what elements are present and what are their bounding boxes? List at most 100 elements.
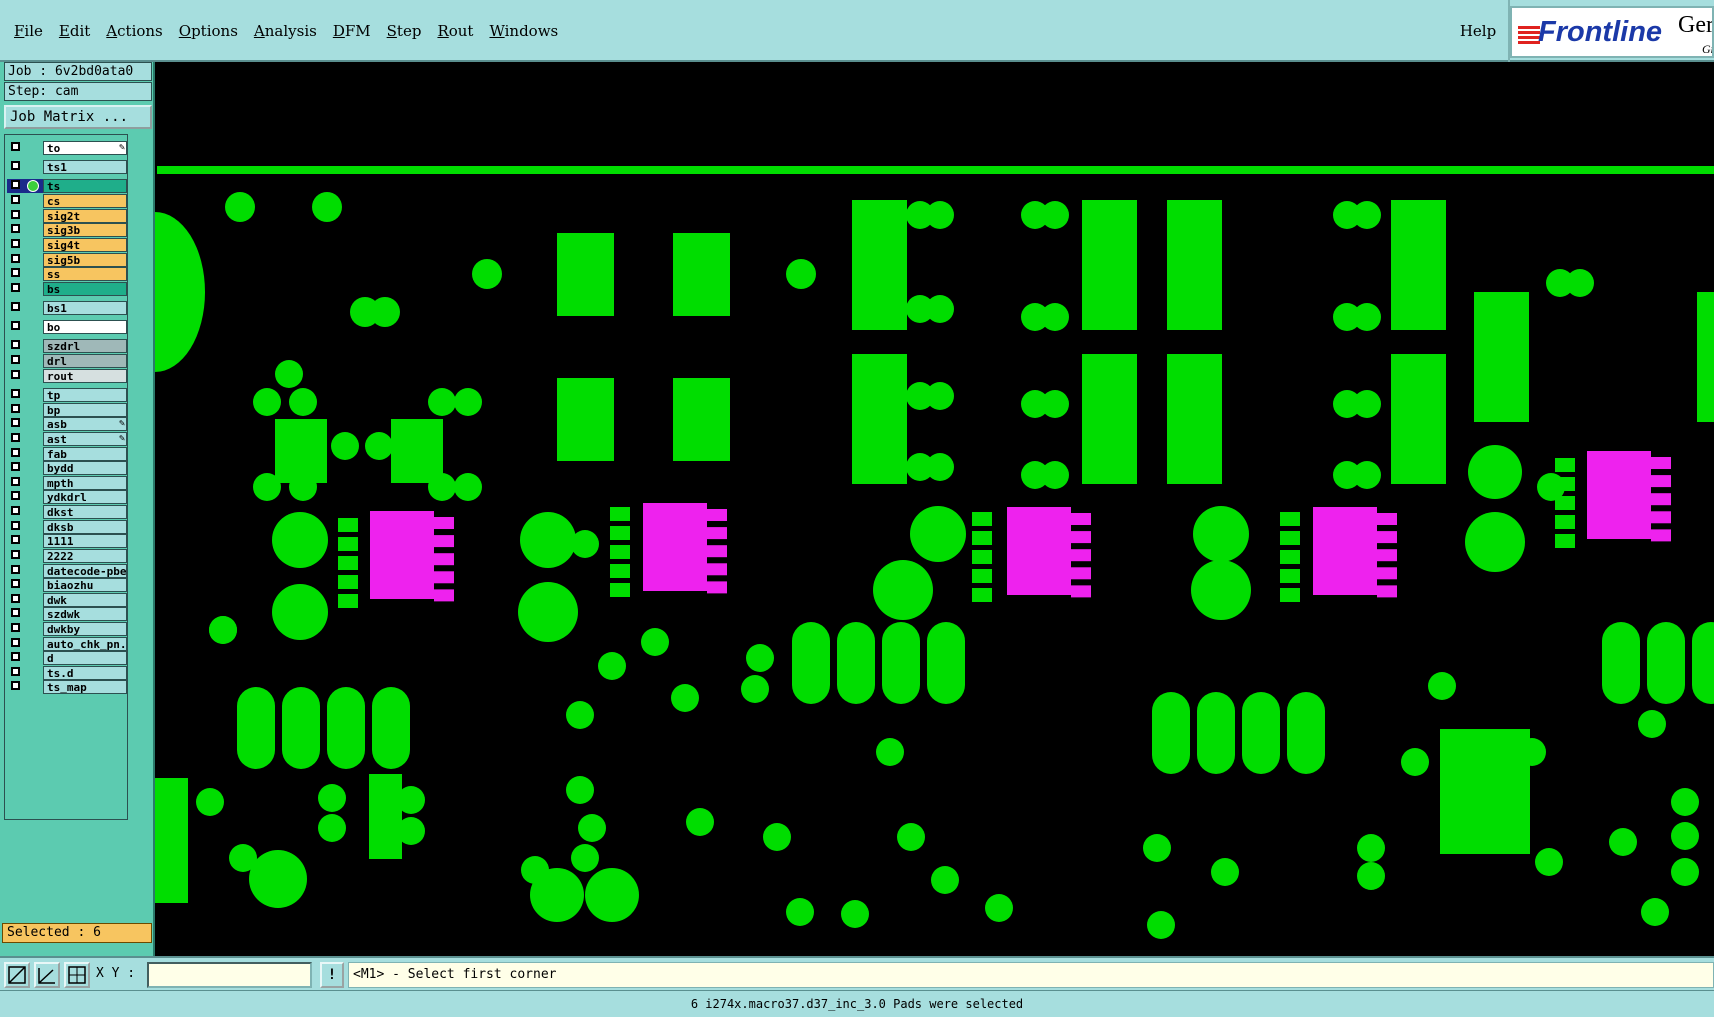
layer-checkbox[interactable] bbox=[11, 477, 20, 486]
layer-checkbox[interactable] bbox=[11, 535, 20, 544]
layer-checkbox[interactable] bbox=[11, 340, 20, 349]
menu-dfm[interactable]: DFM bbox=[325, 22, 379, 40]
layer-name[interactable]: bydd bbox=[43, 461, 127, 475]
select-rect-button[interactable] bbox=[4, 962, 30, 988]
layer-checkbox[interactable] bbox=[11, 550, 20, 559]
layer-name[interactable]: bo bbox=[43, 320, 127, 334]
layer-name[interactable]: sig2t bbox=[43, 209, 127, 223]
layer-row[interactable]: dksb bbox=[7, 520, 127, 534]
layer-checkbox[interactable] bbox=[11, 462, 20, 471]
layer-name[interactable]: szdrl bbox=[43, 339, 127, 353]
menu-step[interactable]: Step bbox=[379, 22, 430, 40]
menu-edit[interactable]: Edit bbox=[51, 22, 98, 40]
layer-name[interactable]: sig3b bbox=[43, 223, 127, 237]
layer-row[interactable]: sig3b bbox=[7, 223, 127, 237]
menu-analysis[interactable]: Analysis bbox=[246, 22, 325, 40]
layer-name[interactable]: fab bbox=[43, 447, 127, 461]
layer-name[interactable]: mpth bbox=[43, 476, 127, 490]
layer-checkbox[interactable] bbox=[11, 239, 20, 248]
layer-row[interactable]: d bbox=[7, 651, 127, 665]
layer-checkbox[interactable] bbox=[11, 210, 20, 219]
layer-name[interactable]: datecode-pbe bbox=[43, 564, 127, 578]
layer-checkbox[interactable] bbox=[11, 302, 20, 311]
layer-checkbox[interactable] bbox=[11, 608, 20, 617]
layer-row[interactable]: ast ✎ bbox=[7, 432, 127, 446]
layer-name[interactable]: ts bbox=[43, 179, 127, 193]
layer-name[interactable]: dwkby bbox=[43, 622, 127, 636]
layer-row[interactable]: sig4t bbox=[7, 238, 127, 252]
layer-name[interactable]: bs bbox=[43, 282, 127, 296]
layer-row[interactable]: sig5b bbox=[7, 253, 127, 267]
layer-name[interactable]: biaozhu bbox=[43, 578, 127, 592]
menu-file[interactable]: File bbox=[6, 22, 51, 40]
layer-name[interactable]: 2222 bbox=[43, 549, 127, 563]
layer-checkbox[interactable] bbox=[11, 224, 20, 233]
layer-name[interactable]: dksb bbox=[43, 520, 127, 534]
layer-checkbox[interactable] bbox=[11, 594, 20, 603]
layer-checkbox[interactable] bbox=[11, 667, 20, 676]
layer-checkbox[interactable] bbox=[11, 491, 20, 500]
layer-row[interactable]: auto_chk_pn. bbox=[7, 637, 127, 651]
layer-checkbox[interactable] bbox=[11, 623, 20, 632]
layer-row[interactable]: asb ✎ bbox=[7, 417, 127, 431]
layer-checkbox[interactable] bbox=[11, 355, 20, 364]
layer-name[interactable]: 1111 bbox=[43, 534, 127, 548]
grid-button[interactable] bbox=[64, 962, 90, 988]
layer-checkbox[interactable] bbox=[11, 283, 20, 292]
layer-row[interactable]: dwk bbox=[7, 593, 127, 607]
layer-checkbox[interactable] bbox=[11, 579, 20, 588]
layer-row[interactable]: rout bbox=[7, 369, 127, 383]
layer-row[interactable]: drl bbox=[7, 354, 127, 368]
layer-row[interactable]: dkst bbox=[7, 505, 127, 519]
layer-checkbox[interactable] bbox=[11, 506, 20, 515]
layer-name[interactable]: ss bbox=[43, 267, 127, 281]
xy-input[interactable] bbox=[147, 962, 312, 988]
layer-name[interactable]: drl bbox=[43, 354, 127, 368]
layer-checkbox[interactable] bbox=[11, 521, 20, 530]
layer-checkbox[interactable] bbox=[11, 638, 20, 647]
layer-name[interactable]: d bbox=[43, 651, 127, 665]
layer-name[interactable]: rout bbox=[43, 369, 127, 383]
layer-checkbox[interactable] bbox=[11, 565, 20, 574]
layer-row[interactable]: ts_map bbox=[7, 680, 127, 694]
layer-name[interactable]: tp bbox=[43, 388, 127, 402]
layer-row[interactable]: bs1 bbox=[7, 301, 127, 315]
layer-row[interactable]: ydkdrl bbox=[7, 490, 127, 504]
measure-button[interactable] bbox=[34, 962, 60, 988]
layer-row[interactable]: cs bbox=[7, 194, 127, 208]
menu-actions[interactable]: Actions bbox=[98, 22, 170, 40]
layer-checkbox[interactable] bbox=[11, 433, 20, 442]
layer-row[interactable]: to ✎ bbox=[7, 141, 127, 155]
layer-name[interactable]: to bbox=[43, 141, 127, 155]
layer-name[interactable]: auto_chk_pn. bbox=[43, 637, 127, 651]
layer-row[interactable]: 2222 bbox=[7, 549, 127, 563]
layer-checkbox[interactable] bbox=[11, 161, 20, 170]
layer-row[interactable]: bo bbox=[7, 320, 127, 334]
exclaim-button[interactable]: ! bbox=[320, 962, 344, 988]
layer-name[interactable]: ts.d bbox=[43, 666, 127, 680]
layer-name[interactable]: sig4t bbox=[43, 238, 127, 252]
menu-options[interactable]: Options bbox=[171, 22, 246, 40]
job-matrix-button[interactable]: Job Matrix ... bbox=[4, 105, 152, 129]
layer-row[interactable]: biaozhu bbox=[7, 578, 127, 592]
layer-checkbox[interactable] bbox=[11, 448, 20, 457]
layer-checkbox[interactable] bbox=[11, 404, 20, 413]
menu-rout[interactable]: Rout bbox=[429, 22, 481, 40]
layer-name[interactable]: sig5b bbox=[43, 253, 127, 267]
pcb-view[interactable] bbox=[155, 62, 1714, 956]
menu-help[interactable]: Help bbox=[1448, 0, 1510, 62]
layer-row[interactable]: datecode-pbe bbox=[7, 564, 127, 578]
layer-checkbox[interactable] bbox=[11, 389, 20, 398]
layer-checkbox[interactable] bbox=[11, 180, 20, 189]
layer-checkbox[interactable] bbox=[11, 195, 20, 204]
layer-row[interactable]: szdwk bbox=[7, 607, 127, 621]
layer-checkbox[interactable] bbox=[11, 418, 20, 427]
layer-name[interactable]: dwk bbox=[43, 593, 127, 607]
layer-checkbox[interactable] bbox=[11, 254, 20, 263]
layer-name[interactable]: ydkdrl bbox=[43, 490, 127, 504]
layer-checkbox[interactable] bbox=[11, 268, 20, 277]
layer-row[interactable]: szdrl bbox=[7, 339, 127, 353]
layer-name[interactable]: asb bbox=[43, 417, 127, 431]
graphics-canvas[interactable] bbox=[155, 62, 1714, 956]
layer-name[interactable]: szdwk bbox=[43, 607, 127, 621]
